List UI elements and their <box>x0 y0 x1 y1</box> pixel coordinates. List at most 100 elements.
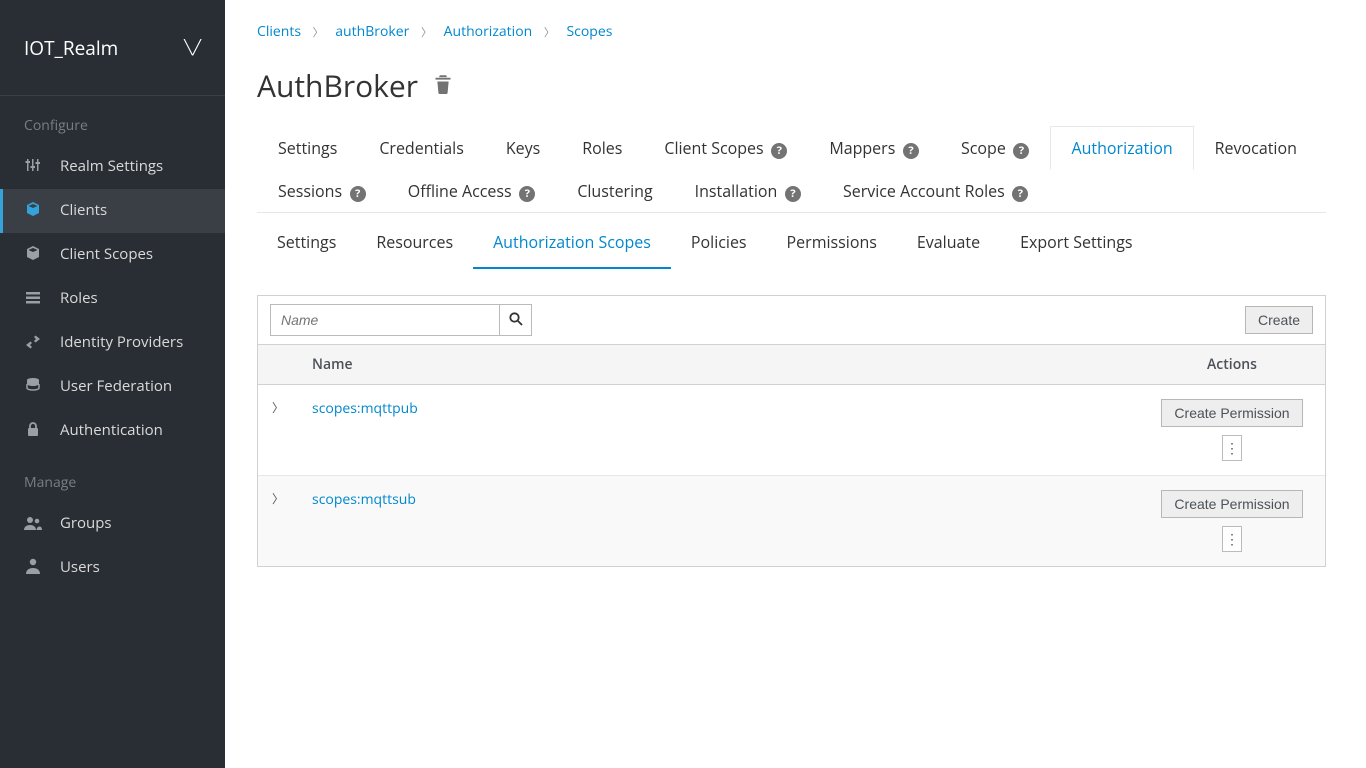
sidebar-item-roles[interactable]: Roles <box>0 277 225 321</box>
actions-cell: Create Permission ⋮ <box>1139 476 1325 567</box>
help-icon[interactable] <box>1010 140 1030 159</box>
page-title: AuthBroker <box>257 65 418 106</box>
database-icon <box>24 377 42 399</box>
tab-clustering[interactable]: Clustering <box>556 169 673 212</box>
breadcrumb-authorization[interactable]: Authorization <box>444 22 533 41</box>
col-actions: Actions <box>1139 345 1325 385</box>
breadcrumb-client[interactable]: authBroker <box>335 22 409 41</box>
create-permission-button[interactable]: Create Permission <box>1161 490 1302 518</box>
subtab-authorization-scopes[interactable]: Authorization Scopes <box>473 221 671 269</box>
help-icon[interactable] <box>516 183 536 202</box>
row-menu-icon[interactable]: ⋮ <box>1222 435 1242 461</box>
subtab-evaluate[interactable]: Evaluate <box>897 221 1000 269</box>
exchange-icon <box>24 333 42 355</box>
table-toolbar: Create <box>258 296 1325 344</box>
chevron-down-icon: ╲╱ <box>184 38 201 57</box>
tab-client-scopes[interactable]: Client Scopes <box>643 126 808 169</box>
tab-authorization[interactable]: Authorization <box>1050 126 1193 170</box>
tab-keys[interactable]: Keys <box>485 126 561 169</box>
subtab-settings[interactable]: Settings <box>257 221 356 269</box>
help-icon[interactable] <box>781 183 801 202</box>
sidebar-item-clients[interactable]: Clients <box>0 189 225 233</box>
sidebar-item-label: Roles <box>60 287 98 309</box>
page-title-row: AuthBroker <box>257 65 1326 106</box>
expand-row-icon[interactable]: 〉 <box>258 476 298 567</box>
tab-offline-access[interactable]: Offline Access <box>387 169 557 212</box>
col-expand <box>258 345 298 385</box>
sidebar: IOT_Realm ╲╱ Configure Realm Settings Cl… <box>0 0 225 768</box>
sidebar-item-user-federation[interactable]: User Federation <box>0 365 225 409</box>
breadcrumb-clients[interactable]: Clients <box>257 22 301 41</box>
scopes-table-container: Create Name Actions 〉 scopes:mqttpub Creat… <box>257 295 1326 567</box>
tab-scope[interactable]: Scope <box>940 126 1050 169</box>
tab-mappers[interactable]: Mappers <box>808 126 940 169</box>
table-row: 〉 scopes:mqttpub Create Permission ⋮ <box>258 385 1325 476</box>
tab-credentials[interactable]: Credentials <box>358 126 484 169</box>
scope-link[interactable]: scopes:mqttsub <box>312 490 416 509</box>
scope-link[interactable]: scopes:mqttpub <box>312 399 418 418</box>
tab-installation[interactable]: Installation <box>674 169 822 212</box>
sidebar-item-identity-providers[interactable]: Identity Providers <box>0 321 225 365</box>
sidebar-section-configure: Configure <box>0 96 225 145</box>
tab-label: Credentials <box>379 137 463 159</box>
tab-label: Client Scopes <box>664 137 763 159</box>
sidebar-item-groups[interactable]: Groups <box>0 502 225 546</box>
scope-name-cell: scopes:mqttpub <box>298 385 1139 476</box>
subtab-export-settings[interactable]: Export Settings <box>1000 221 1152 269</box>
search-group <box>270 304 532 336</box>
sidebar-item-client-scopes[interactable]: Client Scopes <box>0 233 225 277</box>
scopes-table: Name Actions 〉 scopes:mqttpub Create Permi… <box>258 344 1325 566</box>
tab-label: Mappers <box>829 137 895 159</box>
sidebar-item-users[interactable]: Users <box>0 546 225 590</box>
tab-label: Offline Access <box>408 180 512 202</box>
expand-row-icon[interactable]: 〉 <box>258 385 298 476</box>
delete-client-icon[interactable] <box>434 71 452 101</box>
breadcrumb: Clients 〉 authBroker 〉 Authorization 〉 S… <box>257 22 1326 41</box>
tab-label: Keys <box>506 137 540 159</box>
user-icon <box>24 558 42 580</box>
sidebar-item-label: Identity Providers <box>60 331 183 353</box>
actions-cell: Create Permission ⋮ <box>1139 385 1325 476</box>
tab-settings[interactable]: Settings <box>257 126 358 169</box>
users-icon <box>24 514 42 536</box>
help-icon[interactable] <box>1009 183 1029 202</box>
tab-label: Scope <box>961 137 1006 159</box>
sidebar-section-manage: Manage <box>0 453 225 502</box>
tab-label: Installation <box>695 180 778 202</box>
help-icon[interactable] <box>768 140 788 159</box>
tab-label: Sessions <box>278 180 342 202</box>
realm-name: IOT_Realm <box>24 35 118 61</box>
subtab-permissions[interactable]: Permissions <box>767 221 897 269</box>
subtab-policies[interactable]: Policies <box>671 221 767 269</box>
tab-label: Clustering <box>577 180 652 202</box>
realm-selector[interactable]: IOT_Realm ╲╱ <box>0 0 225 96</box>
sliders-icon <box>24 157 42 179</box>
search-input[interactable] <box>270 304 500 336</box>
col-name: Name <box>298 345 1139 385</box>
main-content: Clients 〉 authBroker 〉 Authorization 〉 S… <box>225 0 1366 768</box>
lock-icon <box>24 421 42 443</box>
sidebar-item-label: Clients <box>60 199 107 221</box>
sidebar-item-realm-settings[interactable]: Realm Settings <box>0 145 225 189</box>
chevron-right-icon: 〉 <box>544 25 555 40</box>
search-button[interactable] <box>500 304 532 336</box>
tab-sessions[interactable]: Sessions <box>257 169 387 212</box>
tab-label: Settings <box>278 137 337 159</box>
sidebar-item-label: Users <box>60 556 100 578</box>
create-button[interactable]: Create <box>1245 306 1313 334</box>
sidebar-item-label: Authentication <box>60 419 163 441</box>
help-icon[interactable] <box>899 140 919 159</box>
tab-roles[interactable]: Roles <box>561 126 643 169</box>
sidebar-item-label: Realm Settings <box>60 155 163 177</box>
row-menu-icon[interactable]: ⋮ <box>1222 526 1242 552</box>
sidebar-item-label: User Federation <box>60 375 172 397</box>
subtab-resources[interactable]: Resources <box>356 221 473 269</box>
tab-revocation[interactable]: Revocation <box>1194 126 1318 169</box>
help-icon[interactable] <box>346 183 366 202</box>
create-permission-button[interactable]: Create Permission <box>1161 399 1302 427</box>
tab-label: Revocation <box>1215 137 1297 159</box>
chevron-right-icon: 〉 <box>313 25 324 40</box>
sidebar-item-authentication[interactable]: Authentication <box>0 409 225 453</box>
tab-service-account-roles[interactable]: Service Account Roles <box>822 169 1049 212</box>
sidebar-item-label: Groups <box>60 512 112 534</box>
